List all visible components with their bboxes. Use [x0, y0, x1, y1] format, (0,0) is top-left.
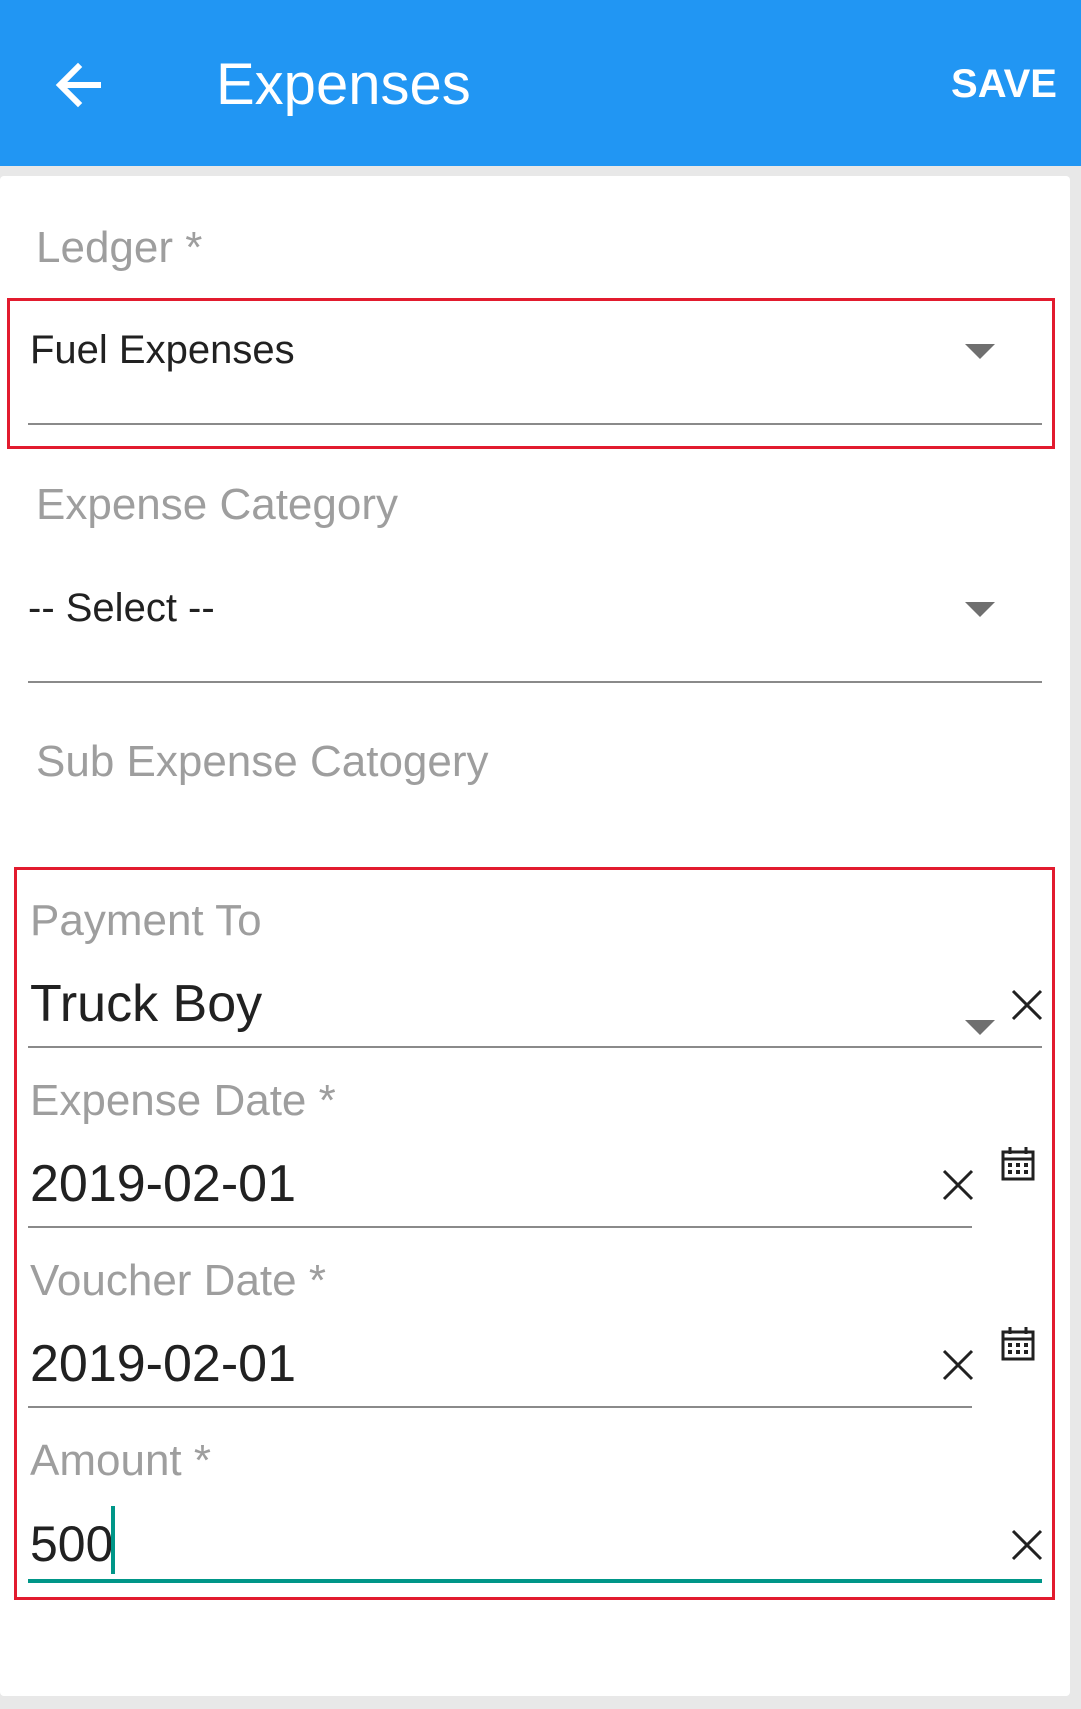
expense-category-value: -- Select --	[28, 586, 215, 630]
close-icon[interactable]	[1010, 1528, 1044, 1562]
page-title: Expenses	[216, 52, 471, 117]
expense-date-input[interactable]: 2019-02-01	[30, 1153, 296, 1215]
ledger-label: Ledger *	[36, 223, 203, 272]
voucher-date-label: Voucher Date *	[30, 1256, 326, 1305]
ledger-value: Fuel Expenses	[30, 328, 295, 372]
payment-to-label: Payment To	[30, 896, 262, 945]
calendar-icon[interactable]	[1000, 1326, 1036, 1362]
expense-category-select[interactable]: -- Select --	[28, 584, 1042, 664]
ledger-select[interactable]: Fuel Expenses	[28, 326, 1042, 406]
payment-to-underline	[28, 1046, 1042, 1048]
expense-category-underline	[28, 681, 1042, 683]
amount-label: Amount *	[30, 1436, 211, 1485]
caret-down-icon[interactable]	[965, 1020, 995, 1035]
back-button[interactable]	[52, 55, 112, 115]
close-icon[interactable]	[1010, 988, 1044, 1022]
close-icon[interactable]	[941, 1168, 975, 1202]
voucher-date-input[interactable]: 2019-02-01	[30, 1333, 296, 1395]
expense-category-label: Expense Category	[36, 480, 398, 529]
payment-to-input[interactable]: Truck Boy	[30, 973, 262, 1035]
expense-form: Ledger * Fuel Expenses Expense Category …	[0, 176, 1070, 1696]
calendar-icon[interactable]	[1000, 1146, 1036, 1182]
sub-expense-category-select[interactable]	[28, 841, 1042, 1035]
save-button[interactable]: SAVE	[951, 60, 1057, 108]
arrow-left-icon	[55, 62, 101, 108]
ledger-underline	[28, 423, 1042, 425]
caret-down-icon[interactable]	[965, 344, 995, 359]
text-cursor	[111, 1506, 115, 1574]
expense-date-underline	[28, 1226, 972, 1228]
amount-underline	[28, 1579, 1042, 1583]
sub-expense-category-label: Sub Expense Catogery	[36, 737, 489, 786]
voucher-date-underline	[28, 1406, 972, 1408]
amount-input[interactable]: 500	[30, 1513, 113, 1575]
expense-date-label: Expense Date *	[30, 1076, 336, 1125]
close-icon[interactable]	[941, 1348, 975, 1382]
app-bar: Expenses SAVE	[0, 0, 1081, 166]
caret-down-icon[interactable]	[965, 602, 995, 617]
